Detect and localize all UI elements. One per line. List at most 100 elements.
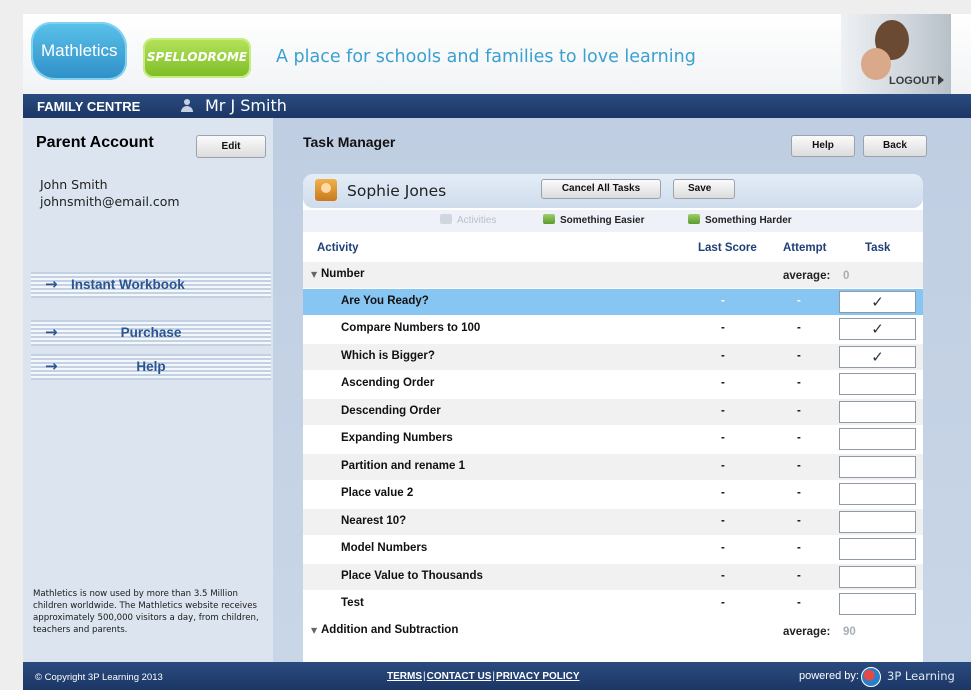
last-score: - [721, 377, 725, 389]
table-row[interactable]: Which is Bigger? - - ✓ [303, 344, 923, 370]
task-checkbox[interactable]: ✓ [839, 346, 916, 368]
table-row[interactable]: Place value 2 - - [303, 481, 923, 507]
logout-arrow-icon [938, 75, 945, 85]
table-row[interactable]: Compare Numbers to 100 - - ✓ [303, 316, 923, 342]
company-name: 3P Learning [887, 669, 955, 683]
group-row-number[interactable]: ▼ Number average: 0 [303, 262, 923, 288]
save-button[interactable]: Save [673, 179, 735, 199]
student-bar: Sophie Jones Cancel All Tasks Save [303, 174, 923, 208]
site-header: Mathletics SPELLODROME A place for schoo… [23, 14, 971, 94]
task-checkbox[interactable] [839, 401, 916, 423]
family-centre-bar: FAMILY CENTRE Mr J Smith [23, 94, 971, 118]
table-row[interactable]: Partition and rename 1 - - [303, 454, 923, 480]
group-average-label: average: [783, 270, 831, 282]
attempt: - [797, 570, 801, 582]
activity-name: Nearest 10? [341, 515, 407, 527]
task-checkbox[interactable] [839, 373, 916, 395]
group-row-addition-subtraction[interactable]: ▼ Addition and Subtraction average: 90 [303, 618, 923, 644]
table-row[interactable]: Descending Order - - [303, 399, 923, 425]
attempt: - [797, 322, 801, 334]
difficulty-options: Activities Something Easier Something Ha… [303, 210, 923, 232]
activity-name: Compare Numbers to 100 [341, 322, 481, 334]
last-score: - [721, 515, 725, 527]
activity-name: Which is Bigger? [341, 350, 435, 362]
site-footer: © Copyright 3P Learning 2013 TERMS|CONTA… [23, 662, 971, 690]
nav-label: Help [136, 359, 166, 374]
tagline: A place for schools and families to love… [276, 47, 696, 67]
help-button[interactable]: Help [791, 135, 855, 157]
account-details: John Smith johnsmith@email.com [40, 176, 180, 210]
nav-instant-workbook[interactable]: → Instant Workbook [31, 272, 271, 298]
privacy-policy-link[interactable]: PRIVACY POLICY [496, 671, 580, 682]
triangle-down-icon: ▼ [311, 626, 318, 635]
footer-links: TERMS|CONTACT US|PRIVACY POLICY [387, 671, 580, 682]
last-score: - [721, 432, 725, 444]
attempt: - [797, 515, 801, 527]
edit-button[interactable]: Edit [196, 135, 266, 158]
parent-account-title: Parent Account [36, 134, 154, 151]
activity-name: Test [341, 597, 364, 609]
group-average-value: 90 [843, 626, 856, 638]
activity-name: Place Value to Thousands [341, 570, 483, 582]
attempt: - [797, 460, 801, 472]
activity-name: Model Numbers [341, 542, 428, 554]
gift-icon [688, 214, 700, 224]
account-email: johnsmith@email.com [40, 194, 180, 209]
table-row[interactable]: Expanding Numbers - - [303, 426, 923, 452]
activities-option-label: Activities [457, 215, 497, 226]
table-row[interactable]: Ascending Order - - [303, 371, 923, 397]
task-checkbox[interactable] [839, 566, 916, 588]
contact-us-link[interactable]: CONTACT US [427, 671, 492, 682]
table-row[interactable]: Test - - [303, 591, 923, 617]
task-checkbox[interactable] [839, 428, 916, 450]
gift-icon [440, 214, 452, 224]
attempt: - [797, 350, 801, 362]
activity-name: Expanding Numbers [341, 432, 453, 444]
copyright: © Copyright 3P Learning 2013 [35, 672, 163, 683]
cancel-all-tasks-button[interactable]: Cancel All Tasks [541, 179, 661, 199]
last-score: - [721, 405, 725, 417]
last-score: - [721, 570, 725, 582]
group-average-value: 0 [843, 270, 850, 282]
task-panel: Sophie Jones Cancel All Tasks Save Activ… [303, 174, 923, 662]
something-harder-option[interactable]: Something Harder [688, 214, 792, 226]
3p-learning-logo[interactable] [861, 667, 881, 687]
something-easier-option[interactable]: Something Easier [543, 214, 644, 226]
user-name: Mr J Smith [205, 96, 287, 115]
activity-name: Place value 2 [341, 487, 414, 499]
mathletics-logo[interactable]: Mathletics [31, 22, 127, 80]
terms-link[interactable]: TERMS [387, 671, 422, 682]
table-row[interactable]: Are You Ready? - - ✓ [303, 289, 923, 315]
group-average-label: average: [783, 626, 831, 638]
activities-option[interactable]: Activities [440, 214, 496, 226]
task-checkbox[interactable] [839, 483, 916, 505]
nav-purchase[interactable]: → Purchase [31, 320, 271, 346]
attempt: - [797, 405, 801, 417]
task-checkbox[interactable] [839, 456, 916, 478]
table-row[interactable]: Nearest 10? - - [303, 509, 923, 535]
nav-help[interactable]: → Help [31, 354, 271, 380]
attempt: - [797, 487, 801, 499]
last-score: - [721, 350, 725, 362]
account-name: John Smith [40, 177, 108, 192]
task-checkbox[interactable] [839, 511, 916, 533]
last-score: - [721, 597, 725, 609]
task-checkbox[interactable] [839, 593, 916, 615]
page-title: Task Manager [303, 134, 396, 150]
attempt: - [797, 377, 801, 389]
task-checkbox[interactable]: ✓ [839, 318, 916, 340]
attempt: - [797, 542, 801, 554]
attempt: - [797, 432, 801, 444]
mathletics-blurb: Mathletics is now used by more than 3.5 … [33, 589, 259, 635]
task-checkbox[interactable] [839, 538, 916, 560]
last-score: - [721, 322, 725, 334]
logout-button[interactable]: LOGOUT [889, 75, 945, 87]
table-row[interactable]: Model Numbers - - [303, 536, 923, 562]
last-score: - [721, 542, 725, 554]
back-button[interactable]: Back [863, 135, 927, 157]
task-checkbox[interactable]: ✓ [839, 291, 916, 313]
table-row[interactable]: Place Value to Thousands - - [303, 564, 923, 590]
student-name: Sophie Jones [347, 182, 447, 200]
spellodrome-logo[interactable]: SPELLODROME [143, 38, 251, 78]
column-header-last-score: Last Score [698, 242, 757, 254]
